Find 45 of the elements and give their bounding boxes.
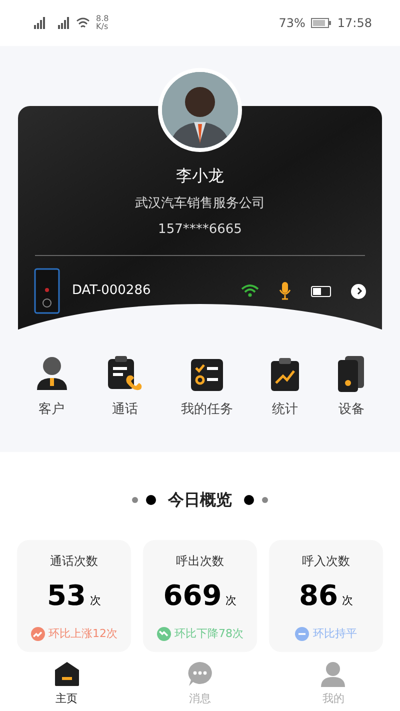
- dot-decoration: [262, 496, 268, 502]
- menu-item[interactable]: 客户: [34, 354, 69, 420]
- network-speed: 8.8: [96, 15, 109, 23]
- stat-unit: 次: [342, 593, 353, 609]
- stat-change: 环比上涨12次: [48, 626, 118, 642]
- stat-label: 呼出次数: [176, 552, 224, 570]
- menu-item[interactable]: 设备: [337, 354, 366, 420]
- device-id: DAT-000286: [72, 282, 151, 300]
- stat-unit: 次: [226, 593, 237, 609]
- battery-percent: 73%: [278, 15, 306, 32]
- wifi-icon: [76, 17, 90, 29]
- trend-up-icon: [30, 626, 44, 641]
- battery-icon: [311, 18, 332, 28]
- person-icon: [320, 660, 346, 686]
- chart-clipboard-icon: [270, 358, 300, 392]
- recorder-device-icon: [34, 268, 60, 314]
- checklist-icon: [190, 358, 224, 392]
- battery-icon: [311, 286, 331, 296]
- network-unit: K/s: [96, 23, 109, 31]
- menu-item[interactable]: 统计: [270, 354, 300, 420]
- user-name: 李小龙: [176, 165, 224, 187]
- phone-number: 157****6665: [158, 220, 242, 238]
- stat-value: 86: [299, 582, 338, 610]
- person-icon: [34, 356, 69, 392]
- stat-label: 呼入次数: [302, 552, 350, 570]
- stat-change: 环比持平: [313, 626, 357, 642]
- device-icon: [337, 356, 366, 392]
- chevron-right-icon[interactable]: [351, 284, 366, 298]
- clock: 17:58: [337, 15, 372, 32]
- menu-item[interactable]: 我的任务: [180, 354, 233, 420]
- trend-down-icon: [156, 626, 170, 641]
- stat-value: 53: [47, 582, 86, 610]
- stat-change: 环比下降78次: [174, 626, 244, 642]
- menu-item[interactable]: 通话: [106, 354, 144, 420]
- section-title: 今日概览: [168, 488, 232, 510]
- clipboard-phone-icon: [106, 356, 144, 392]
- tab[interactable]: 主页: [32, 660, 102, 707]
- minus-icon: [295, 626, 309, 641]
- stat-value: 669: [163, 582, 222, 610]
- stat-unit: 次: [90, 593, 101, 609]
- chat-icon: [186, 660, 213, 686]
- dot-decoration: [132, 496, 138, 502]
- stat-label: 通话次数: [50, 552, 98, 570]
- company-name: 武汉汽车销售服务公司: [135, 195, 265, 213]
- home-icon: [54, 660, 80, 686]
